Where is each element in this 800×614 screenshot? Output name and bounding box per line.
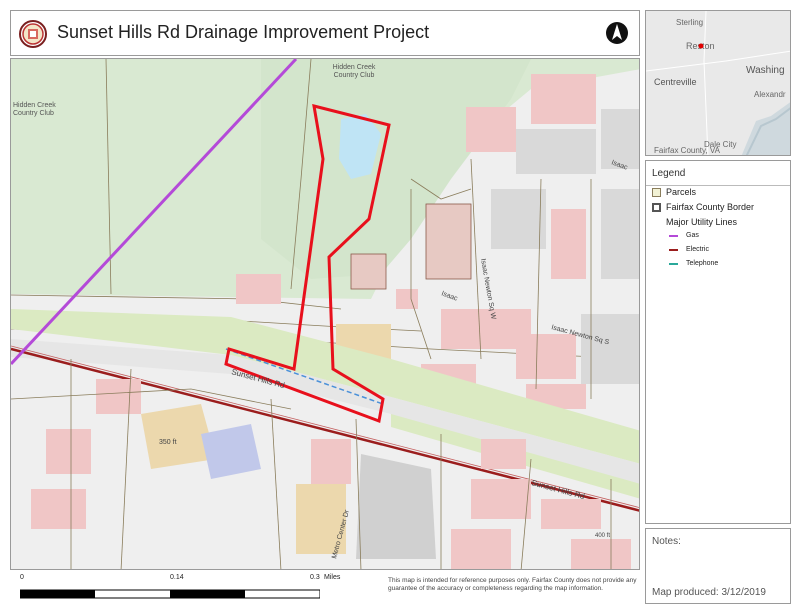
notes-label: Notes: — [652, 536, 681, 547]
legend-item-parcels: Parcels — [652, 187, 696, 197]
inset-label-washington: Washing — [746, 65, 785, 76]
label-400ft: 400 ft — [595, 533, 610, 539]
telephone-swatch — [669, 262, 678, 265]
notes-panel: Notes: Map produced: 3/12/2019 — [645, 528, 791, 604]
label-sunset-hills-2: Sunset Hills Rd — [530, 478, 585, 501]
legend-title: Legend — [652, 168, 686, 179]
gas-swatch — [669, 234, 678, 237]
legend-item-electric: Electric — [666, 246, 709, 253]
inset-label-alexandria: Alexandr — [754, 90, 786, 99]
scale-label-0: 0 — [20, 574, 24, 581]
inset-label-fairfax: Fairfax County, VA — [654, 146, 721, 155]
border-swatch — [652, 202, 661, 212]
inset-label-sterling: Sterling — [676, 18, 703, 27]
title-bar: Sunset Hills Rd Drainage Improvement Pro… — [10, 10, 640, 56]
map-produced-date: Map produced: 3/12/2019 — [652, 587, 766, 598]
inset-canvas: Sterling Reston Centreville Washing Alex… — [646, 11, 790, 155]
legend-item-gas: Gas — [666, 232, 699, 239]
legend-panel: Legend Parcels Fairfax County Border Maj… — [645, 160, 791, 524]
disclaimer-text: This map is intended for reference purpo… — [388, 577, 637, 592]
scale-bar-graphic — [20, 589, 320, 599]
label-isaac-mid: Isaac — [440, 290, 459, 302]
project-location-marker — [698, 43, 704, 49]
north-arrow-icon — [606, 22, 628, 44]
label-350ft: 350 ft — [159, 439, 177, 446]
scale-label-end: 0.3 — [310, 574, 320, 581]
label-club-top: Hidden Creek Country Club — [333, 64, 376, 79]
scale-bar: 0 0.14 0.3 Miles — [10, 574, 340, 608]
inset-label-centreville: Centreville — [654, 77, 697, 87]
label-club-left: Hidden Creek Country Club — [13, 102, 56, 117]
parcels-swatch — [652, 187, 661, 197]
legend-utility-heading: Major Utility Lines — [666, 217, 738, 227]
legend-divider — [646, 185, 790, 186]
county-seal-icon — [19, 20, 47, 48]
inset-map[interactable]: Sterling Reston Centreville Washing Alex… — [645, 10, 791, 156]
scale-label-mid: 0.14 — [170, 574, 184, 581]
main-map[interactable]: Hidden Creek Country Club Hidden Creek Cou… — [10, 58, 640, 570]
map-title: Sunset Hills Rd Drainage Improvement Pro… — [57, 22, 430, 42]
electric-swatch — [669, 248, 678, 251]
scale-units: Miles — [324, 574, 341, 581]
legend-item-telephone: Telephone — [666, 260, 718, 267]
map-canvas[interactable]: Hidden Creek Country Club Hidden Creek Cou… — [11, 59, 640, 570]
legend-item-border: Fairfax County Border — [652, 202, 754, 212]
